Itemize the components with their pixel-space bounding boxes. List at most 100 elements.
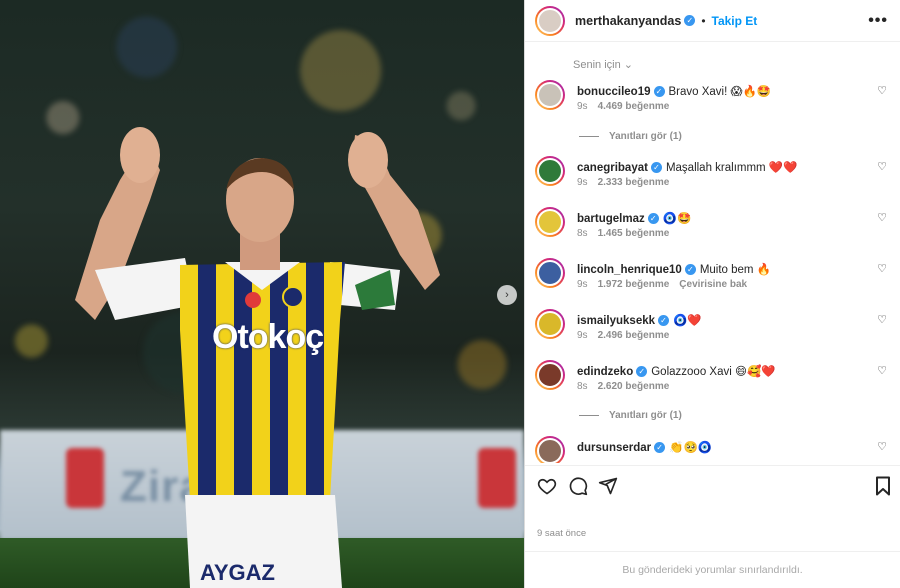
- jersey-sponsor: Otokoç: [212, 318, 324, 356]
- author-avatar[interactable]: [535, 5, 565, 36]
- chevron-right-icon: ›: [505, 289, 509, 301]
- comment-text: Maşallah kralımmm ❤️❤️: [665, 162, 798, 174]
- comment-line: dursunserdar ✓ 👏🥺🧿: [577, 440, 712, 454]
- post-side-panel: merthakanyandas ✓ • Takip Et ••• Senin i…: [524, 0, 900, 588]
- comment-icon[interactable]: [568, 476, 588, 496]
- separator: •: [701, 13, 706, 28]
- commenter-username[interactable]: canegribayat: [577, 162, 648, 174]
- post-photo[interactable]: Zira ası Otokoç AYGAZ ›: [0, 0, 524, 588]
- comment-like-icon[interactable]: ♡: [877, 262, 887, 275]
- verified-icon: ✓: [647, 213, 659, 225]
- comment-text: Bravo Xavi! 😱🔥🤩: [668, 86, 772, 98]
- commenter-username[interactable]: lincoln_henrique10: [577, 264, 682, 276]
- action-bar: [525, 465, 900, 507]
- author-username[interactable]: merthakanyandas: [575, 14, 681, 28]
- commenter-avatar-image: [537, 362, 563, 388]
- commenter-username[interactable]: bonucci​leo19: [577, 86, 651, 98]
- view-replies-button[interactable]: Yanıtları gör (1): [579, 131, 682, 142]
- comment-age: 9s: [577, 330, 588, 341]
- commenter-avatar-image: [537, 438, 563, 463]
- comment-likes[interactable]: 2.620 beğenme: [598, 381, 670, 392]
- share-icon[interactable]: [598, 476, 618, 496]
- comments-restricted-notice: Bu gönderideki yorumlar sınırlandırıldı.: [525, 551, 900, 588]
- bookmark-icon[interactable]: [875, 476, 891, 496]
- commenter-avatar-image: [537, 311, 563, 337]
- comment-likes[interactable]: 1.465 beğenme: [598, 228, 670, 239]
- verified-icon: ✓: [650, 162, 662, 174]
- comment-likes[interactable]: 4.469 beğenme: [598, 101, 670, 112]
- comment-meta: 9s 2.496 beğenme: [577, 330, 689, 341]
- reply-dash: [579, 135, 599, 137]
- view-replies-label: Yanıtları gör (1): [609, 410, 682, 421]
- comment-meta: 8s 2.620 beğenme: [577, 381, 689, 392]
- carousel-next-button[interactable]: ›: [497, 285, 517, 305]
- commenter-avatar[interactable]: [535, 309, 565, 339]
- view-replies-button[interactable]: Yanıtları gör (1): [579, 410, 682, 421]
- comment-line: bartugelmaz ✓ 🧿🤩: [577, 211, 691, 225]
- more-options-icon[interactable]: •••: [868, 12, 888, 30]
- comment-text: 👏🥺🧿: [669, 442, 713, 454]
- comment-text: Muito bem 🔥: [699, 264, 772, 276]
- player-illustration: [75, 127, 440, 588]
- commenter-username[interactable]: edindzeko: [577, 366, 633, 378]
- commenter-avatar[interactable]: [535, 436, 565, 463]
- comment-age: 9s: [577, 279, 588, 290]
- comment-line: ismailyuksekk ✓ 🧿❤️: [577, 313, 702, 327]
- comment-line: bonucci​leo19 ✓ Bravo Xavi! 😱🔥🤩: [577, 84, 771, 98]
- comment-text: 🧿🤩: [662, 213, 692, 225]
- follow-button[interactable]: Takip Et: [712, 14, 758, 28]
- comment-age: 8s: [577, 228, 588, 239]
- comment-age: 8s: [577, 381, 588, 392]
- comment-like-icon[interactable]: ♡: [877, 440, 887, 453]
- commenter-avatar[interactable]: [535, 80, 565, 110]
- comment-line: canegribayat ✓ Maşallah kralımmm ❤️❤️: [577, 160, 797, 174]
- comment-like-icon[interactable]: ♡: [877, 313, 887, 326]
- commenter-username[interactable]: dursunserdar: [577, 442, 651, 454]
- translation-link[interactable]: Çevirisine bak: [679, 279, 747, 290]
- like-icon[interactable]: [537, 476, 557, 496]
- commenter-username[interactable]: bartugelmaz: [577, 213, 645, 225]
- comment-line: lincoln_henrique10 ✓ Muito bem 🔥: [577, 262, 771, 276]
- commenter-avatar-image: [537, 209, 563, 235]
- comment-meta: 8s 1.465 beğenme: [577, 228, 689, 239]
- comment-meta: 9s 2.333 beğenme: [577, 177, 689, 188]
- commenter-avatar[interactable]: [535, 360, 565, 390]
- comment-meta: 9s 1.972 beğenme Çevirisine bak: [577, 279, 757, 290]
- comment-meta: 9s 4.469 beğenme: [577, 101, 689, 112]
- comments-filter[interactable]: Senin için ⌄: [573, 58, 633, 71]
- comment-like-icon[interactable]: ♡: [877, 84, 887, 97]
- comment-age: 9s: [577, 101, 588, 112]
- commenter-avatar[interactable]: [535, 258, 565, 288]
- reply-dash: [579, 414, 599, 416]
- verified-icon: ✓: [658, 315, 670, 327]
- comment-line: edindzeko ✓ Golazzooo Xavi 😄🥰❤️: [577, 364, 776, 378]
- comment-like-icon[interactable]: ♡: [877, 160, 887, 173]
- commenter-avatar-image: [537, 158, 563, 184]
- comment-like-icon[interactable]: ♡: [877, 211, 887, 224]
- comment-likes[interactable]: 2.333 beğenme: [598, 177, 670, 188]
- post-header: merthakanyandas ✓ • Takip Et •••: [525, 0, 900, 42]
- verified-icon: ✓: [684, 264, 696, 276]
- comment-age: 9s: [577, 177, 588, 188]
- post-timestamp: 9 saat önce: [537, 528, 587, 539]
- comment-text: 🧿❤️: [673, 315, 702, 327]
- verified-icon: ✓: [653, 86, 665, 98]
- shorts-sponsor: AYGAZ: [200, 560, 275, 585]
- commenter-avatar-image: [537, 260, 563, 286]
- verified-icon: ✓: [654, 442, 666, 454]
- comment-text: Golazzooo Xavi 😄🥰❤️: [651, 366, 776, 378]
- verified-icon: ✓: [684, 15, 696, 26]
- commenter-avatar[interactable]: [535, 156, 565, 186]
- comment-likes[interactable]: 2.496 beğenme: [598, 330, 670, 341]
- commenter-avatar-image: [537, 82, 563, 108]
- comment-like-icon[interactable]: ♡: [877, 364, 887, 377]
- chevron-down-icon: ⌄: [623, 59, 633, 71]
- comments-filter-label: Senin için: [573, 59, 621, 71]
- comment-likes[interactable]: 1.972 beğenme: [598, 279, 670, 290]
- commenter-avatar[interactable]: [535, 207, 565, 237]
- comments-list[interactable]: Senin için ⌄ bonucci​leo19 ✓ Bravo Xavi! 😱…: [525, 43, 900, 463]
- verified-icon: ✓: [636, 366, 648, 378]
- view-replies-label: Yanıtları gör (1): [609, 131, 682, 142]
- comment-meta: [577, 457, 607, 463]
- commenter-username[interactable]: ismailyuksekk: [577, 315, 655, 327]
